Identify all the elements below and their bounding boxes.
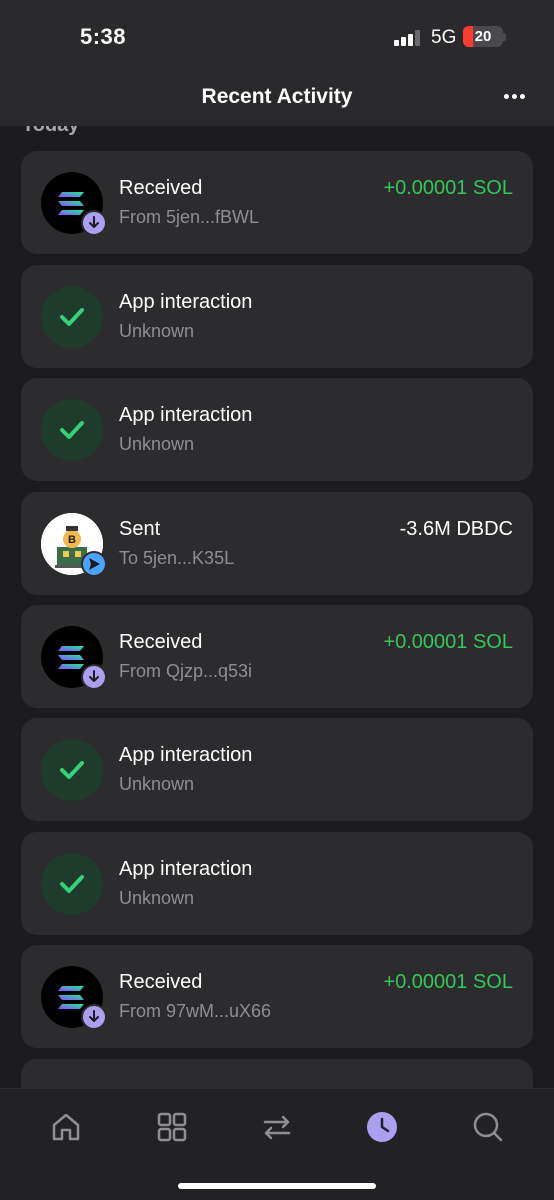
checkmark-icon [41, 853, 103, 915]
activity-amount: +0.00001 SOL [383, 971, 513, 993]
home-icon[interactable] [44, 1105, 88, 1149]
network-label: 5G [431, 27, 457, 48]
activity-item[interactable]: Received From 5jen...fBWL +0.00001 SOL [21, 151, 533, 254]
activity-item[interactable]: App interaction Unknown [21, 718, 533, 821]
activity-amount: +0.00001 SOL [383, 631, 513, 653]
activity-subtitle: From Qjzp...q53i [119, 661, 253, 681]
activity-item[interactable] [21, 1059, 533, 1088]
activity-title: App interaction [119, 404, 253, 426]
section-header-today: Today [22, 126, 79, 137]
activity-amount: +0.00001 SOL [383, 177, 513, 199]
activity-item[interactable]: App interaction Unknown [21, 378, 533, 481]
clock-icon[interactable] [360, 1105, 404, 1149]
activity-item[interactable]: Received From 97wM...uX66 +0.00001 SOL [21, 945, 533, 1048]
screen: 5:38 5G 20 Recent Activity Today [0, 0, 554, 1200]
arrow-down-icon [81, 210, 107, 236]
search-icon[interactable] [466, 1105, 510, 1149]
activity-item[interactable]: App interaction Unknown [21, 832, 533, 935]
ellipsis-icon[interactable] [502, 94, 528, 102]
battery-tip [503, 33, 506, 41]
activity-title: Received [119, 177, 203, 199]
bottom-nav [0, 1088, 554, 1200]
activity-title: App interaction [119, 291, 253, 313]
checkmark-icon [41, 739, 103, 801]
activity-list[interactable]: Today Received From 5jen...fBWL +0.00001… [0, 126, 554, 1088]
activity-subtitle: Unknown [119, 774, 195, 794]
activity-title: Received [119, 971, 203, 993]
status-time: 5:38 [80, 24, 127, 49]
page-title: Recent Activity [201, 85, 353, 108]
home-indicator [178, 1183, 376, 1189]
activity-title: App interaction [119, 744, 253, 766]
activity-subtitle: Unknown [119, 321, 195, 341]
checkmark-icon [41, 286, 103, 348]
apps-grid-icon[interactable] [150, 1105, 194, 1149]
header: Recent Activity [0, 70, 554, 126]
activity-subtitle: From 5jen...fBWL [119, 207, 260, 227]
activity-subtitle: From 97wM...uX66 [119, 1001, 272, 1021]
activity-item[interactable]: Received From Qjzp...q53i +0.00001 SOL [21, 605, 533, 708]
activity-title: Received [119, 631, 203, 653]
battery-level: 20 [474, 28, 492, 45]
svg-text:B: B [68, 534, 76, 546]
activity-item[interactable]: App interaction Unknown [21, 265, 533, 368]
activity-title: App interaction [119, 858, 253, 880]
arrow-down-icon [81, 1004, 107, 1030]
activity-item[interactable]: B Sent To 5jen...K35L -3.6M DBDC [21, 492, 533, 595]
checkmark-icon [41, 399, 103, 461]
signal-icon [394, 30, 422, 46]
activity-subtitle: To 5jen...K35L [119, 548, 235, 568]
activity-amount: -3.6M DBDC [399, 518, 513, 540]
battery-icon: 20 [463, 26, 503, 47]
status-bar: 5:38 5G 20 [0, 0, 554, 70]
activity-subtitle: Unknown [119, 434, 195, 454]
activity-subtitle: Unknown [119, 888, 195, 908]
arrow-down-icon [81, 664, 107, 690]
swap-icon[interactable] [255, 1105, 299, 1149]
send-arrow-icon [81, 551, 107, 577]
activity-title: Sent [119, 518, 161, 540]
